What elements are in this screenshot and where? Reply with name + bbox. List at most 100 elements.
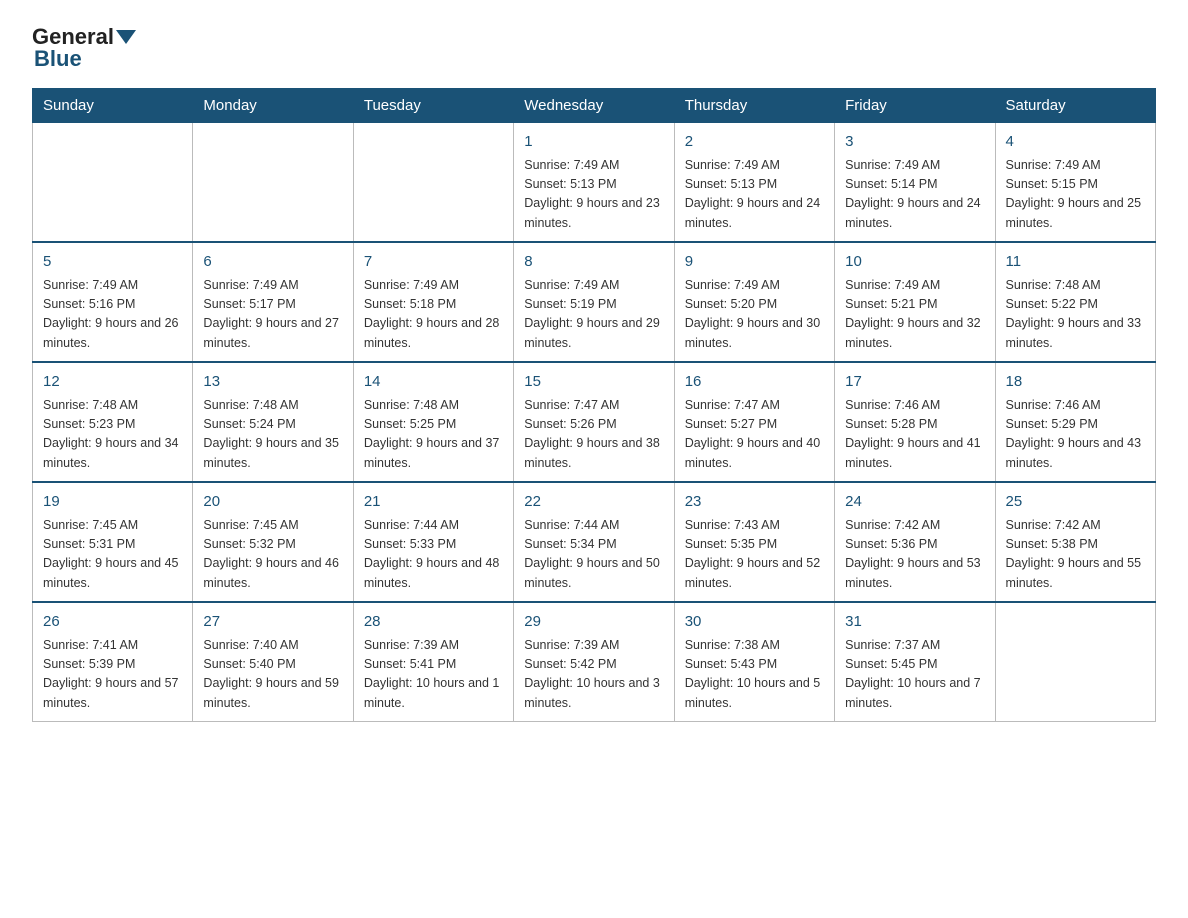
calendar-cell: 13Sunrise: 7:48 AM Sunset: 5:24 PM Dayli… [193,362,353,482]
day-info: Sunrise: 7:39 AM Sunset: 5:41 PM Dayligh… [364,636,503,714]
calendar-cell: 21Sunrise: 7:44 AM Sunset: 5:33 PM Dayli… [353,482,513,602]
day-info: Sunrise: 7:48 AM Sunset: 5:23 PM Dayligh… [43,396,182,474]
day-number: 28 [364,611,503,634]
day-info: Sunrise: 7:49 AM Sunset: 5:18 PM Dayligh… [364,276,503,354]
calendar-header-row: SundayMondayTuesdayWednesdayThursdayFrid… [33,89,1156,123]
calendar-cell [995,602,1155,722]
day-info: Sunrise: 7:49 AM Sunset: 5:17 PM Dayligh… [203,276,342,354]
day-info: Sunrise: 7:49 AM Sunset: 5:19 PM Dayligh… [524,276,663,354]
calendar-cell: 29Sunrise: 7:39 AM Sunset: 5:42 PM Dayli… [514,602,674,722]
day-info: Sunrise: 7:40 AM Sunset: 5:40 PM Dayligh… [203,636,342,714]
column-header-wednesday: Wednesday [514,89,674,123]
calendar-table: SundayMondayTuesdayWednesdayThursdayFrid… [32,88,1156,722]
day-info: Sunrise: 7:39 AM Sunset: 5:42 PM Dayligh… [524,636,663,714]
day-info: Sunrise: 7:42 AM Sunset: 5:38 PM Dayligh… [1006,516,1145,594]
calendar-cell: 4Sunrise: 7:49 AM Sunset: 5:15 PM Daylig… [995,123,1155,243]
day-info: Sunrise: 7:49 AM Sunset: 5:15 PM Dayligh… [1006,156,1145,234]
day-number: 6 [203,251,342,274]
day-number: 10 [845,251,984,274]
day-info: Sunrise: 7:45 AM Sunset: 5:32 PM Dayligh… [203,516,342,594]
day-number: 3 [845,131,984,154]
day-number: 23 [685,491,824,514]
calendar-cell: 19Sunrise: 7:45 AM Sunset: 5:31 PM Dayli… [33,482,193,602]
calendar-cell: 1Sunrise: 7:49 AM Sunset: 5:13 PM Daylig… [514,123,674,243]
day-number: 16 [685,371,824,394]
day-info: Sunrise: 7:37 AM Sunset: 5:45 PM Dayligh… [845,636,984,714]
calendar-week-row: 1 Sunrise: 7:49 AM Sunset: 5:13 PM Daylig… [33,123,1156,243]
calendar-cell: 11Sunrise: 7:48 AM Sunset: 5:22 PM Dayli… [995,242,1155,362]
day-info: Sunrise: 7:49 AM Sunset: 5:14 PM Dayligh… [845,156,984,234]
calendar-cell: 20Sunrise: 7:45 AM Sunset: 5:32 PM Dayli… [193,482,353,602]
column-header-thursday: Thursday [674,89,834,123]
day-info: Sunrise: 7:46 AM Sunset: 5:28 PM Dayligh… [845,396,984,474]
day-number: 26 [43,611,182,634]
calendar-cell: 17Sunrise: 7:46 AM Sunset: 5:28 PM Dayli… [835,362,995,482]
day-number: 19 [43,491,182,514]
day-info: Sunrise: 7:47 AM Sunset: 5:26 PM Dayligh… [524,396,663,474]
column-header-saturday: Saturday [995,89,1155,123]
day-info: Sunrise: 7:49 AM Sunset: 5:13 PM Dayligh… [685,156,824,234]
logo-arrow-icon [116,30,136,44]
day-number: 27 [203,611,342,634]
calendar-cell: 10Sunrise: 7:49 AM Sunset: 5:21 PM Dayli… [835,242,995,362]
day-number: 22 [524,491,663,514]
calendar-cell: 25Sunrise: 7:42 AM Sunset: 5:38 PM Dayli… [995,482,1155,602]
day-number: 11 [1006,251,1145,274]
day-number: 13 [203,371,342,394]
day-info: Sunrise: 7:42 AM Sunset: 5:36 PM Dayligh… [845,516,984,594]
day-info: Sunrise: 7:46 AM Sunset: 5:29 PM Dayligh… [1006,396,1145,474]
calendar-cell: 7Sunrise: 7:49 AM Sunset: 5:18 PM Daylig… [353,242,513,362]
calendar-cell: 27Sunrise: 7:40 AM Sunset: 5:40 PM Dayli… [193,602,353,722]
day-number: 1 [524,131,663,154]
logo: General Blue [32,24,138,72]
calendar-cell [193,123,353,243]
day-number: 4 [1006,131,1145,154]
column-header-sunday: Sunday [33,89,193,123]
calendar-cell: 3Sunrise: 7:49 AM Sunset: 5:14 PM Daylig… [835,123,995,243]
calendar-cell: 30Sunrise: 7:38 AM Sunset: 5:43 PM Dayli… [674,602,834,722]
calendar-cell: 31Sunrise: 7:37 AM Sunset: 5:45 PM Dayli… [835,602,995,722]
day-info: Sunrise: 7:49 AM Sunset: 5:16 PM Dayligh… [43,276,182,354]
day-info: Sunrise: 7:48 AM Sunset: 5:22 PM Dayligh… [1006,276,1145,354]
calendar-cell: 22Sunrise: 7:44 AM Sunset: 5:34 PM Dayli… [514,482,674,602]
day-info: Sunrise: 7:45 AM Sunset: 5:31 PM Dayligh… [43,516,182,594]
column-header-monday: Monday [193,89,353,123]
day-number: 12 [43,371,182,394]
day-number: 5 [43,251,182,274]
day-info: Sunrise: 7:44 AM Sunset: 5:33 PM Dayligh… [364,516,503,594]
calendar-cell: 12Sunrise: 7:48 AM Sunset: 5:23 PM Dayli… [33,362,193,482]
day-info: Sunrise: 7:38 AM Sunset: 5:43 PM Dayligh… [685,636,824,714]
calendar-cell: 9Sunrise: 7:49 AM Sunset: 5:20 PM Daylig… [674,242,834,362]
calendar-cell: 2Sunrise: 7:49 AM Sunset: 5:13 PM Daylig… [674,123,834,243]
calendar-cell: 28Sunrise: 7:39 AM Sunset: 5:41 PM Dayli… [353,602,513,722]
day-number: 9 [685,251,824,274]
day-info: Sunrise: 7:49 AM Sunset: 5:20 PM Dayligh… [685,276,824,354]
day-number: 30 [685,611,824,634]
calendar-cell: 18Sunrise: 7:46 AM Sunset: 5:29 PM Dayli… [995,362,1155,482]
calendar-cell: 26Sunrise: 7:41 AM Sunset: 5:39 PM Dayli… [33,602,193,722]
day-number: 7 [364,251,503,274]
day-info: Sunrise: 7:48 AM Sunset: 5:25 PM Dayligh… [364,396,503,474]
calendar-week-row: 5Sunrise: 7:49 AM Sunset: 5:16 PM Daylig… [33,242,1156,362]
calendar-cell: 23Sunrise: 7:43 AM Sunset: 5:35 PM Dayli… [674,482,834,602]
day-number: 31 [845,611,984,634]
day-number: 25 [1006,491,1145,514]
day-number: 29 [524,611,663,634]
calendar-cell: 16Sunrise: 7:47 AM Sunset: 5:27 PM Dayli… [674,362,834,482]
calendar-cell [33,123,193,243]
day-number: 17 [845,371,984,394]
calendar-cell: 6Sunrise: 7:49 AM Sunset: 5:17 PM Daylig… [193,242,353,362]
calendar-cell: 5Sunrise: 7:49 AM Sunset: 5:16 PM Daylig… [33,242,193,362]
day-info: Sunrise: 7:47 AM Sunset: 5:27 PM Dayligh… [685,396,824,474]
day-info: Sunrise: 7:48 AM Sunset: 5:24 PM Dayligh… [203,396,342,474]
day-info: Sunrise: 7:44 AM Sunset: 5:34 PM Dayligh… [524,516,663,594]
page-header: General Blue [32,24,1156,72]
day-info: Sunrise: 7:41 AM Sunset: 5:39 PM Dayligh… [43,636,182,714]
day-info: Sunrise: 7:43 AM Sunset: 5:35 PM Dayligh… [685,516,824,594]
day-number: 20 [203,491,342,514]
day-number: 14 [364,371,503,394]
logo-blue-text: Blue [34,46,82,71]
calendar-cell: 8Sunrise: 7:49 AM Sunset: 5:19 PM Daylig… [514,242,674,362]
day-info: Sunrise: 7:49 AM Sunset: 5:21 PM Dayligh… [845,276,984,354]
column-header-tuesday: Tuesday [353,89,513,123]
